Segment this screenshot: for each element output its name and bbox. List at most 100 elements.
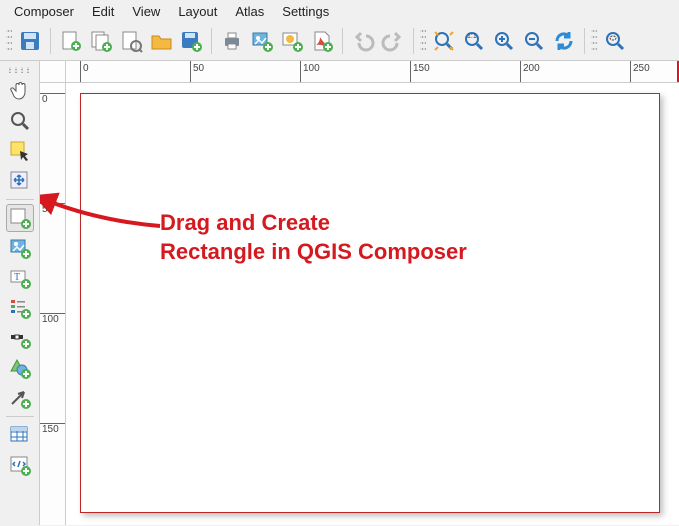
ruler-h-tick: 100 bbox=[303, 63, 320, 74]
add-map-icon bbox=[8, 206, 32, 230]
add-image-icon bbox=[8, 236, 32, 260]
ruler-h-tick: 0 bbox=[83, 63, 89, 74]
lasso-button[interactable] bbox=[601, 27, 629, 55]
ruler-h-tick: 200 bbox=[523, 63, 540, 74]
side-toolbar: T bbox=[0, 61, 40, 525]
menu-layout[interactable]: Layout bbox=[178, 4, 217, 19]
ruler-horizontal[interactable]: 0 50 100 150 200 250 bbox=[66, 61, 679, 83]
add-html-tool-button[interactable] bbox=[6, 451, 34, 479]
composer-viewport[interactable] bbox=[66, 83, 679, 525]
menu-composer[interactable]: Composer bbox=[14, 4, 74, 19]
menu-atlas[interactable]: Atlas bbox=[235, 4, 264, 19]
add-map-tool-button[interactable] bbox=[6, 204, 34, 232]
annotation-line2: Rectangle in QGIS Composer bbox=[160, 238, 467, 267]
canvas-area: 0 50 100 150 200 250 0 50 100 150 200 Dr… bbox=[40, 61, 679, 525]
zoom-out-icon bbox=[522, 29, 546, 53]
printer-icon bbox=[220, 29, 244, 53]
zoom-out-button[interactable] bbox=[520, 27, 548, 55]
separator bbox=[50, 28, 51, 54]
add-shape-icon bbox=[8, 356, 32, 380]
annotation-label: Drag and Create Rectangle in QGIS Compos… bbox=[160, 209, 467, 266]
save-template-icon bbox=[179, 29, 203, 53]
separator bbox=[211, 28, 212, 54]
add-html-icon bbox=[8, 453, 32, 477]
redo-icon bbox=[381, 29, 405, 53]
zoom-full-button[interactable] bbox=[430, 27, 458, 55]
new-composer-button[interactable] bbox=[57, 27, 85, 55]
workspace: T 0 50 100 150 200 250 bbox=[0, 61, 679, 525]
composer-manager-icon bbox=[119, 29, 143, 53]
export-svg-button[interactable] bbox=[278, 27, 306, 55]
separator bbox=[584, 28, 585, 54]
menubar: Composer Edit View Layout Atlas Settings bbox=[0, 0, 679, 23]
toolbar-grip bbox=[420, 28, 426, 54]
add-attr-table-tool-button[interactable] bbox=[6, 421, 34, 449]
add-scalebar-icon bbox=[8, 326, 32, 350]
magnifier-icon bbox=[8, 109, 32, 133]
zoom-full-icon bbox=[432, 29, 456, 53]
toolbar-grip bbox=[591, 28, 597, 54]
add-attr-table-icon bbox=[8, 423, 32, 447]
separator bbox=[342, 28, 343, 54]
lasso-icon bbox=[603, 29, 627, 53]
add-image-tool-button[interactable] bbox=[6, 234, 34, 262]
export-pdf-button[interactable] bbox=[308, 27, 336, 55]
annotation-line1: Drag and Create bbox=[160, 209, 467, 238]
open-template-button[interactable] bbox=[147, 27, 175, 55]
ruler-vertical[interactable]: 0 50 100 150 200 bbox=[40, 83, 66, 525]
zoom-in-icon bbox=[492, 29, 516, 53]
ruler-h-tick: 50 bbox=[193, 63, 204, 74]
add-legend-icon bbox=[8, 296, 32, 320]
select-tool-button[interactable] bbox=[6, 137, 34, 165]
new-composer-icon bbox=[59, 29, 83, 53]
zoom-actual-icon: 1:1 bbox=[462, 29, 486, 53]
export-image-button[interactable] bbox=[248, 27, 276, 55]
select-pointer-icon bbox=[8, 139, 32, 163]
refresh-button[interactable] bbox=[550, 27, 578, 55]
save-button[interactable] bbox=[16, 27, 44, 55]
toolbar-grip bbox=[6, 28, 12, 54]
add-legend-tool-button[interactable] bbox=[6, 294, 34, 322]
export-image-icon bbox=[250, 29, 274, 53]
composer-page[interactable] bbox=[80, 93, 660, 513]
separator bbox=[6, 416, 34, 417]
separator bbox=[6, 199, 34, 200]
ruler-h-tick: 150 bbox=[413, 63, 430, 74]
ruler-v-tick: 150 bbox=[42, 424, 59, 435]
zoom-actual-button[interactable]: 1:1 bbox=[460, 27, 488, 55]
export-pdf-icon bbox=[310, 29, 334, 53]
menu-view[interactable]: View bbox=[132, 4, 160, 19]
menu-edit[interactable]: Edit bbox=[92, 4, 114, 19]
undo-icon bbox=[351, 29, 375, 53]
move-content-icon bbox=[8, 169, 32, 193]
redo-button[interactable] bbox=[379, 27, 407, 55]
add-shape-tool-button[interactable] bbox=[6, 354, 34, 382]
ruler-h-tick: 250 bbox=[633, 63, 650, 74]
toolbar-grip bbox=[7, 67, 33, 73]
zoom-in-button[interactable] bbox=[490, 27, 518, 55]
add-label-icon: T bbox=[8, 266, 32, 290]
zoom-tool-button[interactable] bbox=[6, 107, 34, 135]
print-button[interactable] bbox=[218, 27, 246, 55]
move-content-tool-button[interactable] bbox=[6, 167, 34, 195]
add-arrow-icon bbox=[8, 386, 32, 410]
separator bbox=[413, 28, 414, 54]
menu-settings[interactable]: Settings bbox=[282, 4, 329, 19]
add-arrow-tool-button[interactable] bbox=[6, 384, 34, 412]
duplicate-composer-button[interactable] bbox=[87, 27, 115, 55]
undo-button[interactable] bbox=[349, 27, 377, 55]
save-template-button[interactable] bbox=[177, 27, 205, 55]
pan-tool-button[interactable] bbox=[6, 77, 34, 105]
svg-text:T: T bbox=[14, 272, 20, 283]
duplicate-composer-icon bbox=[89, 29, 113, 53]
toolbar-top: 1:1 bbox=[0, 23, 679, 61]
add-scalebar-tool-button[interactable] bbox=[6, 324, 34, 352]
refresh-icon bbox=[552, 29, 576, 53]
ruler-v-tick: 100 bbox=[42, 314, 59, 325]
save-icon bbox=[18, 29, 42, 53]
export-svg-icon bbox=[280, 29, 304, 53]
composer-manager-button[interactable] bbox=[117, 27, 145, 55]
add-label-tool-button[interactable]: T bbox=[6, 264, 34, 292]
ruler-v-tick: 50 bbox=[42, 204, 53, 215]
ruler-v-tick: 0 bbox=[42, 94, 48, 105]
